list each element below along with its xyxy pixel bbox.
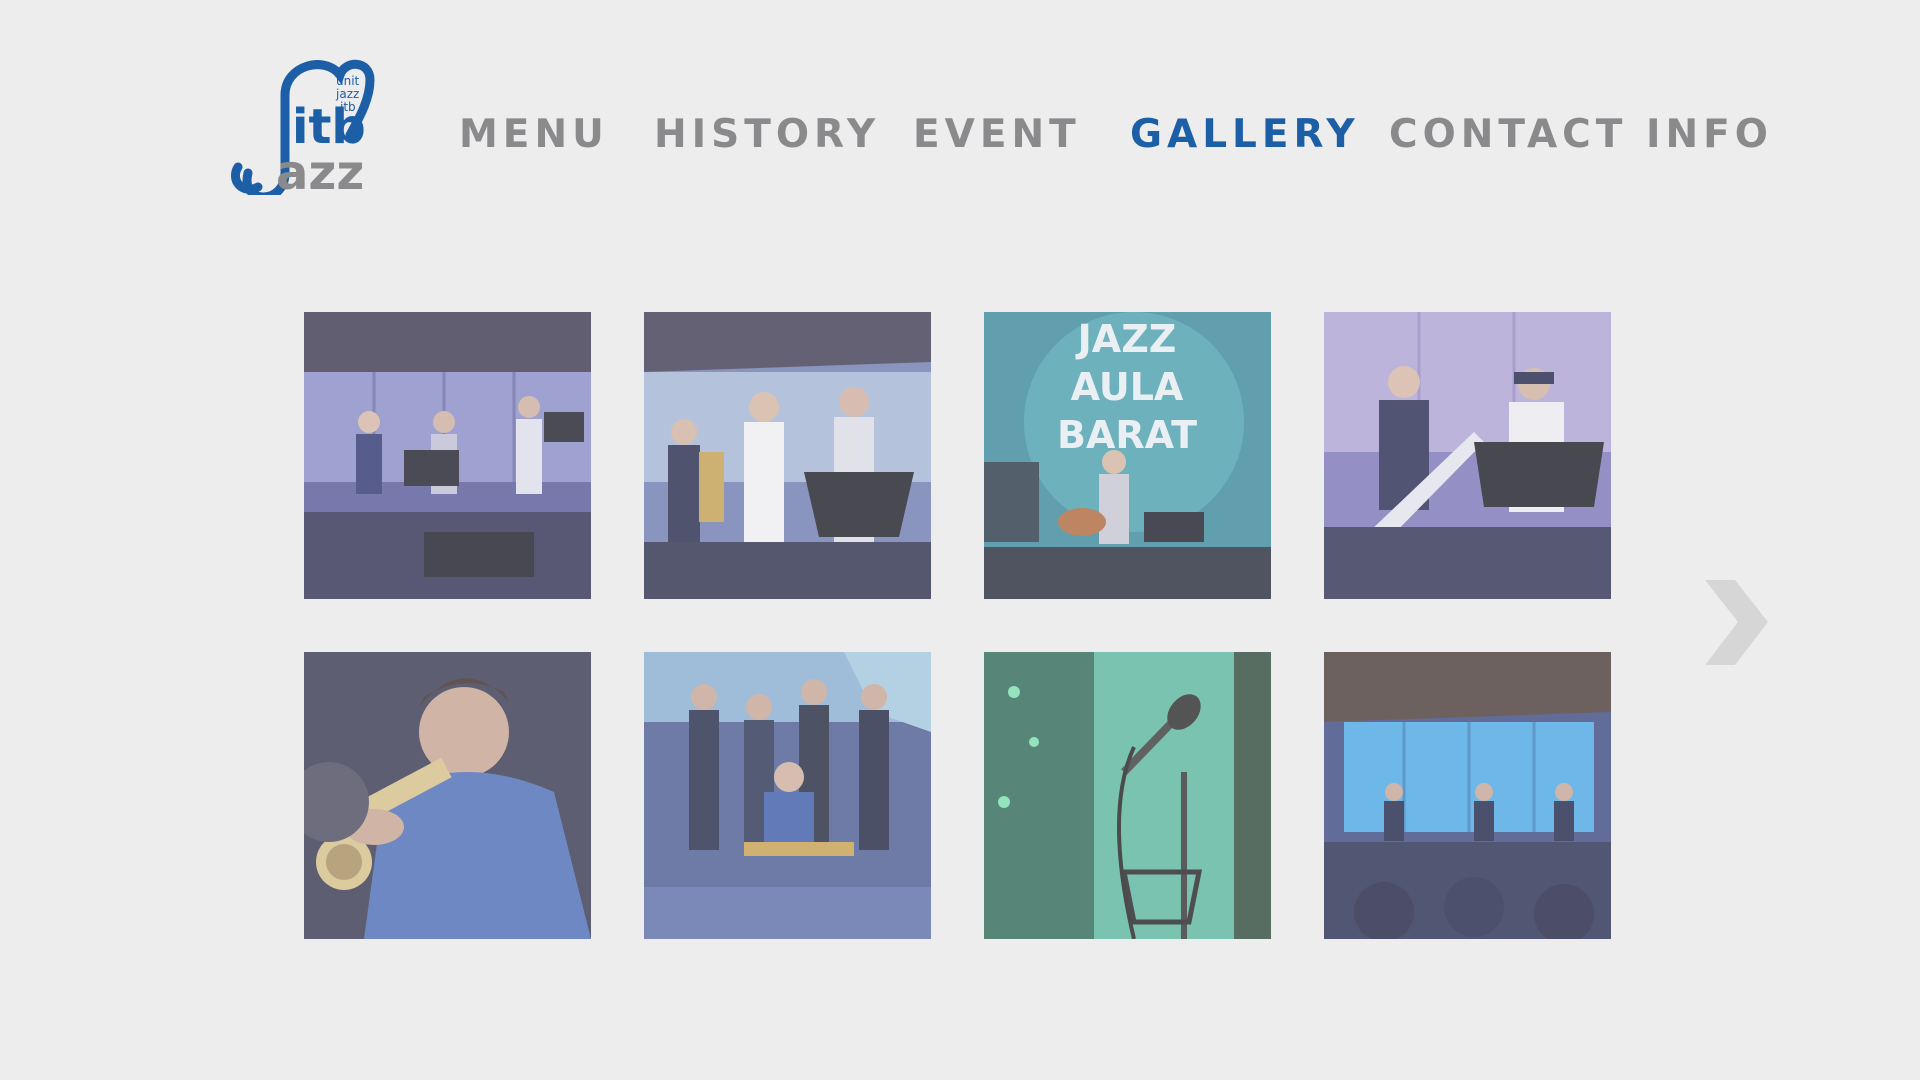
chevron-right-icon: [1705, 580, 1768, 665]
bass-guitarist-photo-icon: [1324, 312, 1611, 599]
gallery-photo-2[interactable]: [644, 312, 931, 599]
nav-item-history[interactable]: HISTORY: [654, 110, 880, 160]
band-stage-photo-icon: [304, 312, 591, 599]
gallery-photo-5[interactable]: [304, 652, 591, 939]
gallery-photo-7[interactable]: [984, 652, 1271, 939]
gallery-next-button[interactable]: [1700, 575, 1770, 670]
nav-item-menu[interactable]: MENU: [459, 110, 609, 160]
logo-small-unit: unit: [336, 74, 360, 88]
gallery-photo-1[interactable]: [304, 312, 591, 599]
band-group-photo-icon: [644, 652, 931, 939]
gallery-photo-3[interactable]: JAZZ AULA BARAT: [984, 312, 1271, 599]
jazz-aula-barat-photo-icon: JAZZ AULA BARAT: [984, 312, 1271, 599]
nav-item-event[interactable]: EVENT: [913, 110, 1081, 160]
saxophone-players-photo-icon: [644, 312, 931, 599]
trumpet-player-photo-icon: [304, 652, 591, 939]
logo-small-jazz: jazz: [335, 87, 359, 101]
banner-text-aula: AULA: [1071, 365, 1184, 409]
main-nav: MENU HISTORY EVENT GALLERY CONTACT INFO: [0, 110, 1920, 160]
gallery-photo-6[interactable]: [644, 652, 931, 939]
gallery-photo-8[interactable]: [1324, 652, 1611, 939]
gallery-photo-4[interactable]: [1324, 312, 1611, 599]
nav-item-contact-info[interactable]: CONTACT INFO: [1389, 110, 1773, 160]
band-hall-photo-icon: [1324, 652, 1611, 939]
nav-item-gallery[interactable]: GALLERY: [1130, 110, 1360, 160]
microphone-stand-photo-icon: [984, 652, 1271, 939]
banner-text-jazz: JAZZ: [1075, 317, 1177, 361]
banner-text-barat: BARAT: [1057, 413, 1197, 457]
